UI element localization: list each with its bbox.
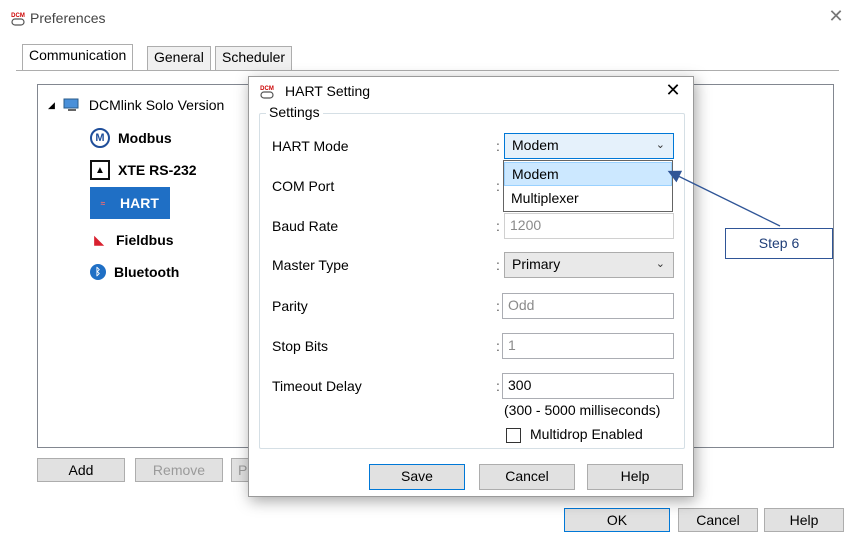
tree-item-label: XTE RS-232 <box>118 162 197 178</box>
svg-text:DCM: DCM <box>11 13 25 19</box>
hart-setting-dialog: DCM HART Setting ✕ Settings HART Mode : … <box>248 76 694 497</box>
colon: : <box>496 257 500 273</box>
timeout-delay-hint: (300 - 5000 milliseconds) <box>504 402 661 418</box>
modbus-icon: M <box>90 128 110 148</box>
dialog-help-button[interactable]: Help <box>587 464 683 490</box>
multidrop-checkbox[interactable] <box>506 428 521 443</box>
stop-bits-field[interactable]: 1 <box>502 333 674 359</box>
ok-button[interactable]: OK <box>564 508 670 532</box>
tab-general[interactable]: General <box>147 46 211 70</box>
collapse-triangle-icon[interactable]: ◢ <box>48 100 55 111</box>
chevron-down-icon: ⌄ <box>655 258 665 270</box>
parity-label: Parity <box>272 298 308 314</box>
hart-mode-select[interactable]: Modem ⌄ <box>504 133 674 159</box>
tree-item-label: Fieldbus <box>116 232 174 248</box>
tree-item-bluetooth[interactable]: ᛒ Bluetooth <box>90 259 179 285</box>
tab-communication[interactable]: Communication <box>22 44 134 71</box>
master-type-select[interactable]: Primary ⌄ <box>504 252 674 278</box>
window-title: Preferences <box>30 10 106 26</box>
colon: : <box>496 378 500 394</box>
add-button[interactable]: Add <box>37 458 125 482</box>
svg-text:DCM: DCM <box>260 86 274 92</box>
tree-root[interactable]: ◢ DCMlink Solo Version <box>48 97 224 113</box>
colon: : <box>496 338 500 354</box>
tree-root-label: DCMlink Solo Version <box>88 97 225 113</box>
colon: : <box>496 298 500 314</box>
multidrop-label: Multidrop Enabled <box>530 426 643 442</box>
cancel-button[interactable]: Cancel <box>678 508 758 532</box>
remove-button[interactable]: Remove <box>135 458 223 482</box>
settings-group-title: Settings <box>266 104 323 120</box>
close-icon[interactable]: ✕ <box>826 6 846 26</box>
dialog-close-icon[interactable]: ✕ <box>663 79 683 101</box>
dialog-logo-icon: DCM <box>259 84 275 100</box>
baud-rate-label: Baud Rate <box>272 218 339 234</box>
master-type-value: Primary <box>512 256 561 272</box>
timeout-delay-label: Timeout Delay <box>272 378 362 394</box>
hart-mode-value: Modem <box>512 137 559 153</box>
colon: : <box>496 138 500 154</box>
tree-item-xte-rs232[interactable]: ▲ XTE RS-232 <box>90 157 197 183</box>
master-type-label: Master Type <box>272 257 349 273</box>
stop-bits-label: Stop Bits <box>272 338 329 354</box>
computer-icon <box>63 97 81 113</box>
rs232-icon: ▲ <box>90 160 110 180</box>
colon: : <box>496 218 500 234</box>
dialog-title: HART Setting <box>285 83 371 99</box>
parity-field[interactable]: Odd <box>502 293 674 319</box>
tree-item-fieldbus[interactable]: ◣ Fieldbus <box>90 227 174 253</box>
bluetooth-icon: ᛒ <box>90 264 106 280</box>
fieldbus-icon: ◣ <box>94 233 104 247</box>
tree-item-label: HART <box>120 195 159 211</box>
tree-item-label: Modbus <box>118 130 172 146</box>
step-callout: Step 6 <box>725 228 833 259</box>
tree-item-hart[interactable]: ≈ HART <box>90 187 170 219</box>
dialog-cancel-button[interactable]: Cancel <box>479 464 575 490</box>
tab-scheduler[interactable]: Scheduler <box>215 46 293 70</box>
tab-panel-border <box>16 70 839 71</box>
hart-mode-label: HART Mode <box>272 138 349 154</box>
app-logo-icon: DCM <box>10 11 26 27</box>
help-button[interactable]: Help <box>764 508 844 532</box>
hart-icon: ≈ <box>100 198 106 208</box>
tree-item-label: Bluetooth <box>114 264 180 280</box>
tree-item-modbus[interactable]: M Modbus <box>90 125 172 151</box>
com-port-label: COM Port <box>272 178 335 194</box>
colon: : <box>496 178 500 194</box>
save-button[interactable]: Save <box>369 464 465 490</box>
timeout-delay-field[interactable]: 300 <box>502 373 674 399</box>
chevron-down-icon: ⌄ <box>655 139 665 151</box>
